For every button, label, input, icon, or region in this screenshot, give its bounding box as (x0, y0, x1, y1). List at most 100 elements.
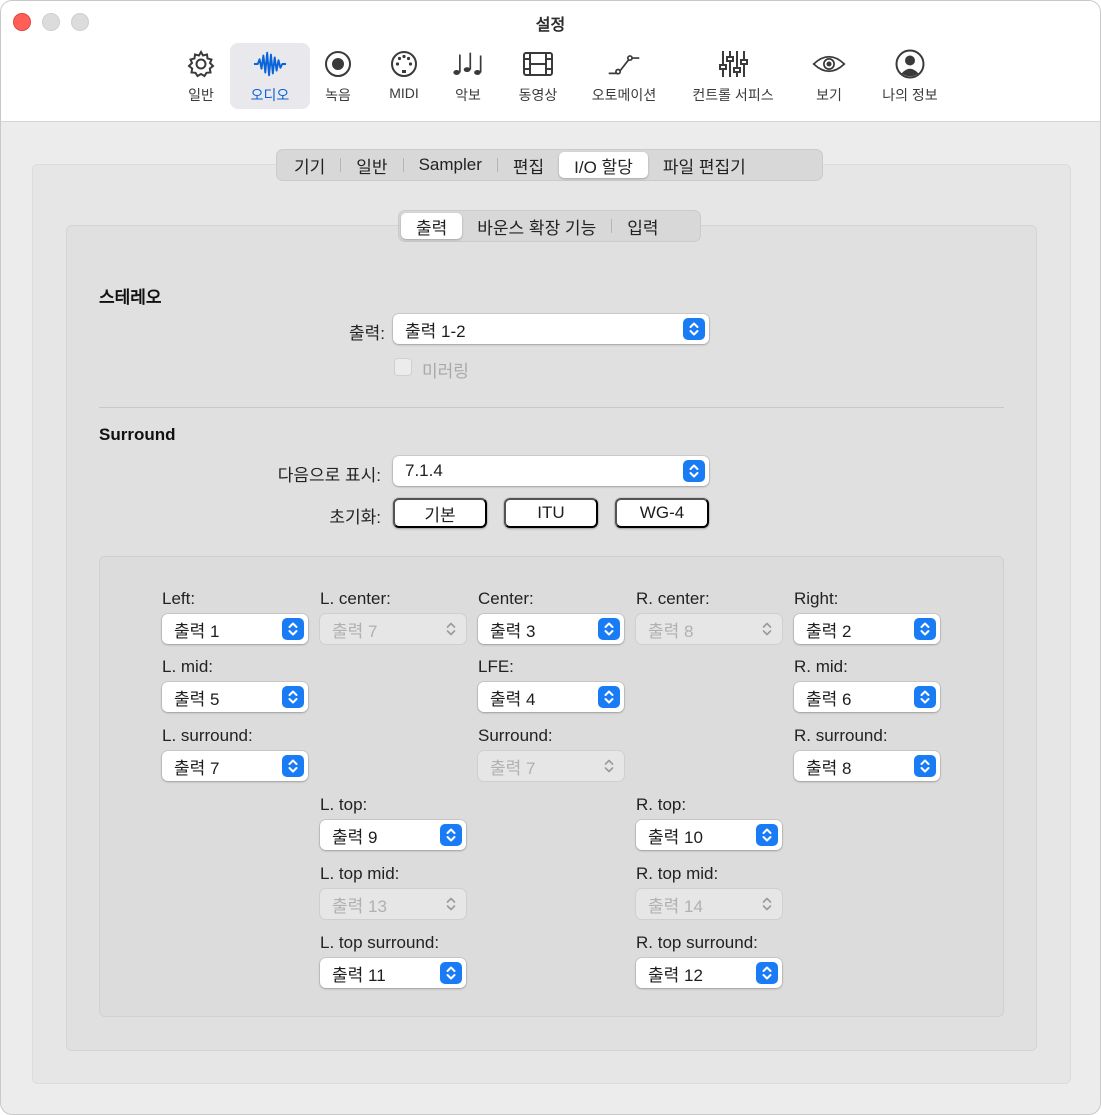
channel-right-value: 출력 2 (806, 621, 852, 641)
channel-r-top-popup[interactable]: 출력 10 (636, 820, 782, 850)
reset-default-button[interactable]: 기본 (393, 498, 487, 528)
toolbar-item-score[interactable]: 악보 (443, 43, 493, 109)
channel-surround-value: 출력 7 (490, 758, 536, 778)
toolbar-item-view[interactable]: 보기 (804, 43, 854, 109)
surround-section-title: Surround (99, 425, 176, 444)
chevron-updown-icon (756, 824, 778, 846)
toolbar-item-automation[interactable]: 오토메이션 (584, 43, 664, 109)
channel-l-top-surround-label: L. top surround: (320, 933, 440, 952)
channel-l-center-value: 출력 7 (332, 621, 378, 641)
chevron-updown-icon (282, 686, 304, 708)
channel-r-surround-label: R. surround: (794, 726, 888, 745)
chevron-updown-icon (914, 618, 936, 640)
channel-right-popup[interactable]: 출력 2 (794, 614, 940, 644)
waveform-icon (253, 47, 287, 81)
channel-r-top-surround-label: R. top surround: (636, 933, 758, 952)
tab-devices[interactable]: 기기 (279, 152, 340, 178)
toolbar-label-my-info: 나의 정보 (882, 87, 938, 103)
channel-center-popup[interactable]: 출력 3 (478, 614, 624, 644)
channel-l-top-surround-value: 출력 11 (332, 965, 386, 985)
channel-l-top-popup[interactable]: 출력 9 (320, 820, 466, 850)
toolbar-label-score: 악보 (455, 87, 481, 103)
chevron-updown-icon (440, 618, 462, 640)
section-divider (99, 407, 1004, 408)
toolbar-item-recording[interactable]: 녹음 (313, 43, 363, 109)
stereo-output-popup[interactable]: 출력 1-2 (393, 314, 709, 344)
tab-editing[interactable]: 편집 (498, 152, 559, 178)
toolbar-item-general[interactable]: 일반 (171, 43, 231, 109)
chevron-updown-icon (683, 318, 705, 340)
channel-center-label: Center: (478, 589, 534, 608)
channel-l-top-value: 출력 9 (332, 827, 378, 847)
channel-lfe-label: LFE: (478, 657, 514, 676)
channel-l-top-mid-popup: 출력 13 (320, 889, 466, 919)
channel-r-top-surround-popup[interactable]: 출력 12 (636, 958, 782, 988)
channel-l-surround-label: L. surround: (162, 726, 253, 745)
chevron-updown-icon (440, 893, 462, 915)
channel-l-mid-value: 출력 5 (174, 689, 220, 709)
toolbar-label-automation: 오토메이션 (591, 87, 657, 103)
chevron-updown-icon (282, 755, 304, 777)
surround-display-value: 7.1.4 (405, 461, 443, 480)
mirroring-checkbox[interactable] (394, 358, 412, 376)
channel-r-mid-label: R. mid: (794, 657, 848, 676)
settings-window: 설정 일반 오디오 녹음 MIDI 악보 동영상 오토메이션 컨트롤 서피스 보… (0, 0, 1101, 1115)
reset-itu-button[interactable]: ITU (504, 498, 598, 528)
channel-l-mid-popup[interactable]: 출력 5 (162, 682, 308, 712)
channel-left-popup[interactable]: 출력 1 (162, 614, 308, 644)
chevron-updown-icon (914, 686, 936, 708)
stereo-output-label: 출력: (348, 324, 385, 343)
channel-center-value: 출력 3 (490, 621, 536, 641)
channel-r-top-surround-value: 출력 12 (648, 965, 703, 985)
channel-r-top-mid-value: 출력 14 (648, 896, 703, 916)
stereo-section-title: 스테레오 (99, 288, 162, 307)
toolbar-item-audio[interactable]: 오디오 (230, 43, 310, 109)
channel-l-top-mid-label: L. top mid: (320, 864, 400, 883)
surround-display-label: 다음으로 표시: (277, 466, 381, 485)
tab-sampler[interactable]: Sampler (404, 152, 497, 178)
tab-general[interactable]: 일반 (341, 152, 402, 178)
faders-icon (716, 47, 750, 81)
channel-l-top-label: L. top: (320, 795, 368, 814)
chevron-updown-icon (282, 618, 304, 640)
window-title: 설정 (535, 17, 566, 34)
tab-file-editor[interactable]: 파일 편집기 (648, 152, 761, 178)
toolbar-item-video[interactable]: 동영상 (508, 43, 568, 109)
channel-l-center-popup: 출력 7 (320, 614, 466, 644)
subtab-input[interactable]: 입력 (612, 213, 673, 239)
chevron-updown-icon (756, 962, 778, 984)
film-icon (521, 47, 555, 81)
channel-r-surround-value: 출력 8 (806, 758, 852, 778)
main-tab-bar: 기기 일반 Sampler 편집 I/O 할당 파일 편집기 (276, 149, 823, 181)
reset-wg4-button[interactable]: WG-4 (615, 498, 709, 528)
subtab-bounce-extensions[interactable]: 바운스 확장 기능 (462, 213, 611, 239)
channel-l-surround-popup[interactable]: 출력 7 (162, 751, 308, 781)
channel-lfe-popup[interactable]: 출력 4 (478, 682, 624, 712)
toolbar-label-video: 동영상 (518, 87, 558, 103)
channel-right-label: Right: (794, 589, 839, 608)
channel-r-mid-popup[interactable]: 출력 6 (794, 682, 940, 712)
midi-port-icon (387, 47, 421, 81)
chevron-updown-icon (756, 618, 778, 640)
mirroring-label: 미러링 (422, 362, 469, 381)
tab-io-assignment[interactable]: I/O 할당 (559, 152, 648, 178)
subtab-output[interactable]: 출력 (401, 213, 463, 239)
toolbar-label-midi: MIDI (389, 85, 419, 101)
music-notes-icon (451, 47, 485, 81)
toolbar-item-my-info[interactable]: 나의 정보 (873, 43, 947, 109)
chevron-updown-icon (598, 686, 620, 708)
surround-display-popup[interactable]: 7.1.4 (393, 456, 709, 486)
toolbar-label-control-surfaces: 컨트롤 서피스 (692, 87, 774, 103)
toolbar-item-control-surfaces[interactable]: 컨트롤 서피스 (683, 43, 783, 109)
channel-l-surround-value: 출력 7 (174, 758, 220, 778)
chevron-updown-icon (756, 893, 778, 915)
toolbar-label-audio: 오디오 (250, 87, 290, 103)
channel-r-top-value: 출력 10 (648, 827, 703, 847)
channel-r-top-mid-popup: 출력 14 (636, 889, 782, 919)
toolbar-item-midi[interactable]: MIDI (376, 43, 432, 109)
channel-l-top-surround-popup[interactable]: 출력 11 (320, 958, 466, 988)
channel-r-surround-popup[interactable]: 출력 8 (794, 751, 940, 781)
gear-icon (184, 47, 218, 81)
channel-l-mid-label: L. mid: (162, 657, 214, 676)
chevron-updown-icon (598, 755, 620, 777)
